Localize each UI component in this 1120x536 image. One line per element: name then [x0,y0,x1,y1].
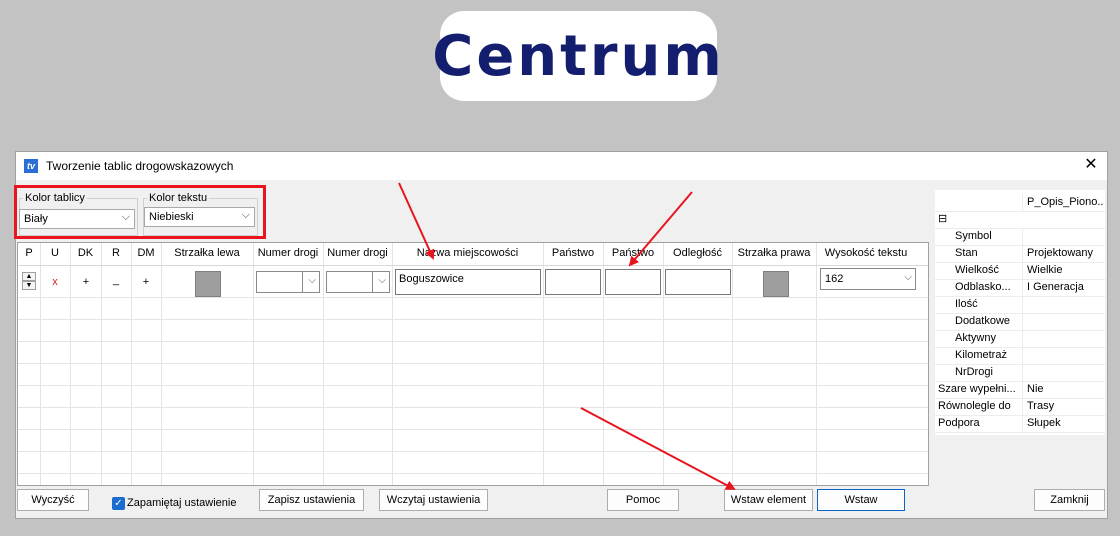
property-value: Trasy [1027,400,1055,412]
header-wysokosc-tekstu[interactable]: Wysokość tekstu [816,247,916,259]
property-value: Nie [1027,383,1044,395]
add-dm-button[interactable]: + [134,276,158,288]
close-button[interactable]: ✕ [1081,155,1101,175]
property-row[interactable]: Symbol [935,228,1105,246]
header-strzalka-lewa[interactable]: Strzałka lewa [161,247,253,259]
property-row[interactable]: Szare wypełni... Nie [935,381,1105,399]
property-key: Równolegle do [938,400,1011,412]
header-r[interactable]: R [101,247,131,259]
wczytaj-ustawienia-button[interactable]: Wczytaj ustawienia [379,489,488,511]
r-button[interactable]: _ [104,274,128,286]
header-panstwo-1[interactable]: Państwo [543,247,603,259]
property-value: Wielkie [1027,264,1063,276]
wstaw-element-button[interactable]: Wstaw element [724,489,813,511]
properties-header-value: P_Opis_Piono... [1027,196,1103,208]
properties-group-row[interactable]: ⊟ [935,211,1105,229]
add-dk-button[interactable]: + [74,276,98,288]
property-key: NrDrogi [955,366,993,378]
property-key: Kilometraż [955,349,1007,361]
header-odleglosc[interactable]: Odległość [663,247,732,259]
panstwo-2-input[interactable] [605,269,661,295]
strzalka-lewa-button[interactable] [195,271,221,297]
property-key: Szare wypełni... [938,383,1016,395]
header-numer-drogi-2[interactable]: Numer drogi [323,247,392,259]
zapisz-ustawienia-button[interactable]: Zapisz ustawienia [259,489,364,511]
zamknij-button[interactable]: Zamknij [1034,489,1105,511]
nazwa-miejscowosci-value: Boguszowice [399,273,464,285]
property-row[interactable]: Podpora Słupek [935,415,1105,433]
header-dm[interactable]: DM [131,247,161,259]
header-nazwa-miejscowosci[interactable]: Nazwa miejscowości [392,247,543,259]
chevron-down-icon: ⌵ [378,275,386,286]
property-value: Projektowany [1027,247,1094,259]
strzalka-prawa-button[interactable] [763,271,789,297]
property-key: Symbol [955,230,992,242]
property-key: Wielkość [955,264,1000,276]
window-title: Tworzenie tablic drogowskazowych [46,159,234,173]
property-row[interactable]: Aktywny [935,330,1105,348]
wyczysc-button[interactable]: Wyczyść [17,489,89,511]
header-numer-drogi-1[interactable]: Numer drogi [253,247,323,259]
nazwa-miejscowosci-input[interactable]: Boguszowice [395,269,541,295]
chevron-down-icon: ⌵ [904,272,912,283]
property-key: Aktywny [955,332,996,344]
wysokosc-tekstu-select[interactable]: 162 ⌵ [820,268,916,290]
numer-drogi-2-select[interactable]: ⌵ [326,271,390,293]
delete-row-button[interactable]: x [43,276,67,288]
header-u[interactable]: U [40,247,70,259]
zapamietaj-label[interactable]: Zapamiętaj ustawienie [127,497,236,509]
dialog-window: tv Tworzenie tablic drogowskazowych ✕ Ko… [14,151,1108,519]
property-row[interactable]: NrDrogi [935,364,1105,382]
property-key: Podpora [938,417,980,429]
move-up-button[interactable]: ▲ [22,272,36,281]
property-row[interactable]: Wielkość Wielkie [935,262,1105,280]
property-row[interactable]: Stan Projektowany [935,245,1105,263]
collapse-icon[interactable]: ⊟ [938,212,947,225]
logo-text: Centrum [432,23,725,89]
header-p[interactable]: P [18,247,40,259]
property-key: Stan [955,247,978,259]
property-value: Słupek [1027,417,1061,429]
property-value: I Generacja [1027,281,1084,293]
properties-header: P_Opis_Piono... [935,194,1105,212]
app-icon: tv [24,159,38,173]
property-row[interactable]: Równolegle do Trasy [935,398,1105,416]
property-key: Odblasko... [955,281,1011,293]
zapamietaj-checkbox[interactable]: ✓ [112,497,125,510]
pomoc-button[interactable]: Pomoc [607,489,679,511]
property-row[interactable]: Odblasko... I Generacja [935,279,1105,297]
panstwo-1-input[interactable] [545,269,601,295]
highlight-box [14,185,266,239]
odleglosc-input[interactable] [665,269,731,295]
wysokosc-tekstu-value: 162 [825,273,844,285]
property-row[interactable]: Dodatkowe [935,313,1105,331]
wstaw-button[interactable]: Wstaw [817,489,905,511]
header-panstwo-2[interactable]: Państwo [603,247,663,259]
numer-drogi-1-select[interactable]: ⌵ [256,271,320,293]
header-strzalka-prawa[interactable]: Strzałka prawa [732,247,816,259]
chevron-down-icon: ⌵ [308,275,316,286]
signs-grid: P U DK R DM Strzałka lewa Numer drogi Nu… [17,242,929,486]
property-key: Dodatkowe [955,315,1011,327]
centrum-logo: Centrum [432,11,722,101]
properties-panel: P_Opis_Piono... ⊟ Symbol Stan Projektowan… [935,190,1105,435]
header-dk[interactable]: DK [70,247,101,259]
property-row[interactable]: Ilość [935,296,1105,314]
title-bar: tv Tworzenie tablic drogowskazowych ✕ [16,152,1107,180]
property-key: Ilość [955,298,978,310]
property-row[interactable]: Kilometraż [935,347,1105,365]
move-down-button[interactable]: ▼ [22,281,36,290]
